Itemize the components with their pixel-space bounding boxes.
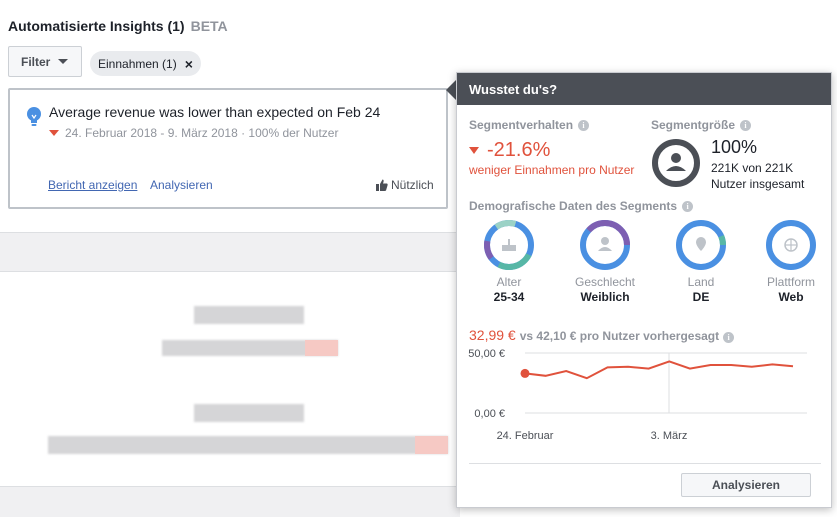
demo-age-label: Alter [496, 275, 522, 289]
close-icon[interactable]: × [185, 56, 193, 72]
demo-age-value: 25-34 [493, 290, 525, 304]
x-tick-label-mid: 3. März [651, 430, 688, 442]
segment-behavior-number: -21.6% [487, 139, 551, 161]
demo-age: Alter 25-34 [469, 219, 549, 304]
demo-country: Land DE [661, 219, 741, 304]
demo-gender-label: Geschlecht [574, 275, 636, 289]
segment-size-count: 221K von 221K [711, 161, 794, 175]
age-ring [484, 220, 534, 270]
y-tick-label-top: 50,00 € [468, 348, 505, 360]
view-report-link[interactable]: Bericht anzeigen [48, 178, 137, 192]
info-icon[interactable]: i [578, 119, 590, 131]
country-ring [676, 220, 726, 270]
analyze-button[interactable]: Analysieren [681, 473, 811, 497]
insight-card[interactable]: Average revenue was lower than expected … [8, 88, 448, 209]
segment-behavior-heading: Segmentverhalten i [469, 118, 590, 132]
demographics-heading: Demografische Daten des Segments i [469, 199, 694, 213]
insight-meta: 24. Februar 2018 - 9. März 2018 · 100% d… [49, 126, 338, 140]
x-tick-label-start: 24. Februar [497, 430, 554, 442]
popover-arrow [446, 80, 456, 100]
platform-ring [766, 220, 816, 270]
demographics-label: Demografische Daten des Segments [469, 199, 678, 213]
popover-divider [469, 463, 821, 464]
thumbs-up-icon [376, 179, 388, 191]
demo-platform: Plattform Web [751, 219, 831, 304]
demo-country-label: Land [687, 275, 715, 289]
demo-gender-value: Weiblich [580, 290, 630, 304]
page-title: Automatisierte Insights (1) BETA [8, 18, 228, 34]
info-icon[interactable]: i [682, 200, 694, 212]
revenue-line-chart: 50,00 € 0,00 € 24. Februar 3. März [468, 348, 807, 442]
demo-gender: Geschlecht Weiblich [565, 219, 645, 304]
location-pin-icon [696, 237, 706, 251]
insight-title: Average revenue was lower than expected … [49, 104, 381, 120]
table-footer-band [0, 486, 460, 517]
segment-size-ring [652, 139, 700, 187]
lightbulb-icon [27, 107, 41, 126]
blurred-highlight [415, 436, 448, 454]
beta-badge: BETA [190, 18, 228, 34]
insight-meta-text: 24. Februar 2018 - 9. März 2018 · 100% d… [65, 126, 339, 140]
demo-platform-label: Plattform [766, 275, 815, 289]
decrease-arrow-icon [469, 147, 479, 154]
segment-behavior-label: Segmentverhalten [469, 118, 574, 132]
segment-size-label: Segmentgröße [651, 118, 736, 132]
popover-title: Wusstet du's? [457, 73, 831, 105]
info-icon[interactable]: i [740, 119, 752, 131]
filter-chip-revenue[interactable]: Einnahmen (1) × [90, 51, 201, 76]
person-icon [598, 237, 612, 251]
chevron-down-icon [58, 59, 69, 64]
demo-country-value: DE [692, 290, 710, 304]
table-header-band [0, 232, 460, 272]
highlight-point [520, 368, 530, 378]
blurred-highlight [305, 340, 338, 356]
series-line [524, 360, 794, 380]
decrease-arrow-icon [49, 130, 59, 136]
blurred-content [48, 436, 448, 454]
blurred-content [194, 306, 304, 324]
age-icon [502, 239, 516, 251]
filter-chip-label: Einnahmen (1) [98, 56, 177, 71]
demo-platform-value: Web [778, 290, 804, 304]
blurred-content [194, 404, 304, 422]
globe-icon [784, 238, 798, 252]
filter-label: Filter [21, 54, 51, 69]
segment-size-heading: Segmentgröße i [651, 118, 752, 132]
gender-ring [580, 220, 630, 270]
y-tick-label-bottom: 0,00 € [474, 408, 505, 420]
useful-label: Nützlich [391, 178, 434, 192]
analyze-link[interactable]: Analysieren [150, 178, 213, 192]
filter-button[interactable]: Filter [8, 46, 82, 77]
segment-size-sub: Nutzer insgesamt [711, 177, 805, 191]
page-title-text: Automatisierte Insights (1) [8, 18, 185, 34]
segment-behavior-value: -21.6% [469, 139, 550, 162]
useful-button[interactable]: Nützlich [376, 178, 434, 192]
segment-behavior-desc: weniger Einnahmen pro Nutzer [469, 163, 635, 177]
person-icon [671, 153, 681, 163]
insight-popover: Wusstet du's? Segmentverhalten i -21.6% … [456, 72, 832, 508]
segment-size-value: 100% [711, 137, 758, 157]
